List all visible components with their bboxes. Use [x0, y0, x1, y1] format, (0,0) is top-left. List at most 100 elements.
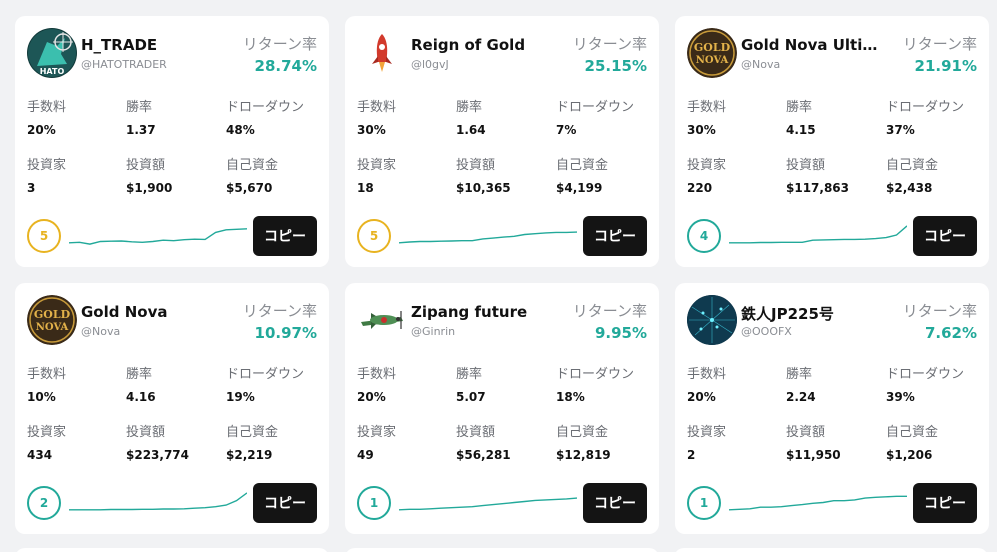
amount-label: 投資額	[126, 158, 166, 173]
trader-name[interactable]: Zipang future	[411, 303, 553, 321]
investors-label: 投資家	[27, 158, 67, 173]
winrate-stat: 勝率 1.37	[126, 96, 156, 137]
copy-button[interactable]: コピー	[583, 483, 647, 523]
sparkline-path	[69, 228, 247, 245]
return-value: 28.74%	[254, 57, 317, 75]
drawdown-stat: ドローダウン 19%	[226, 363, 304, 404]
svg-text:NOVA: NOVA	[36, 322, 69, 333]
drawdown-value: 7%	[556, 123, 577, 137]
own-funds-label: 自己資金	[556, 158, 609, 173]
return-label: リターン率	[572, 302, 647, 320]
return-value: 10.97%	[254, 324, 317, 342]
investors-value: 220	[687, 181, 713, 195]
drawdown-value: 39%	[886, 390, 915, 404]
fighter-plane-avatar-icon[interactable]	[357, 295, 407, 345]
drawdown-label: ドローダウン	[226, 367, 305, 382]
trader-name[interactable]: 鉄人JP225号	[741, 303, 883, 324]
winrate-stat: 勝率 2.24	[786, 363, 816, 404]
fee-label: 手数料	[687, 367, 727, 382]
gold-nova-logo-icon[interactable]: GOLD NOVA	[687, 28, 737, 78]
fee-stat: 手数料 30%	[357, 96, 396, 137]
fee-label: 手数料	[357, 100, 397, 115]
fee-value: 30%	[687, 123, 716, 137]
trader-name[interactable]: Gold Nova Ultimate	[741, 36, 883, 54]
return-label: リターン率	[242, 35, 317, 53]
winrate-stat: 勝率 5.07	[456, 363, 486, 404]
trader-card[interactable]: HATO H_TRADE @HATOTRADER リターン率 28.74% 手数…	[15, 16, 329, 267]
amount-stat: 投資額 $56,281	[456, 421, 511, 462]
investors-stat: 投資家 220	[687, 154, 726, 195]
return-label: リターン率	[572, 35, 647, 53]
trader-card[interactable]: GOLDNOVA Gold Nova Ultimate @Nova リターン率 …	[675, 16, 989, 267]
fee-label: 手数料	[27, 100, 67, 115]
investors-value: 434	[27, 448, 53, 462]
winrate-value: 2.24	[786, 390, 816, 404]
sparkline-path	[729, 495, 907, 511]
copy-button[interactable]: コピー	[913, 216, 977, 256]
drawdown-label: ドローダウン	[886, 367, 965, 382]
rocket-avatar-icon[interactable]	[357, 28, 407, 78]
amount-label: 投資額	[786, 158, 826, 173]
investors-label: 投資家	[27, 425, 67, 440]
sparkline-path	[69, 492, 247, 511]
trader-card[interactable]: GOLD NOVA Gold Nova @Nova リターン率 10.97% 手数…	[15, 283, 329, 534]
fee-label: 手数料	[357, 367, 397, 382]
copy-button[interactable]: コピー	[253, 216, 317, 256]
winrate-label: 勝率	[456, 100, 483, 115]
amount-label: 投資額	[456, 158, 496, 173]
investors-label: 投資家	[687, 158, 727, 173]
drawdown-value: 37%	[886, 123, 915, 137]
performance-sparkline	[729, 225, 907, 244]
drawdown-stat: ドローダウン 37%	[886, 96, 964, 137]
investors-stat: 投資家 2	[687, 421, 726, 462]
copy-button[interactable]: コピー	[253, 483, 317, 523]
fee-stat: 手数料 20%	[357, 363, 396, 404]
trader-handle: @Ginrin	[411, 325, 456, 338]
data-network-avatar-icon[interactable]	[687, 295, 737, 345]
drawdown-value: 18%	[556, 390, 585, 404]
trader-name[interactable]: Gold Nova	[81, 303, 223, 321]
winrate-label: 勝率	[456, 367, 483, 382]
return-value: 7.62%	[924, 324, 977, 342]
trader-card[interactable]: Zipang future @Ginrin リターン率 9.95% 手数料 20…	[345, 283, 659, 534]
own-funds-value: $2,219	[226, 448, 273, 462]
investors-label: 投資家	[357, 158, 397, 173]
trader-name[interactable]: H_TRADE	[81, 36, 223, 54]
return-label: リターン率	[242, 302, 317, 320]
hawk-avatar-icon[interactable]: HATO	[27, 28, 77, 78]
amount-value: $117,863	[786, 181, 850, 195]
drawdown-stat: ドローダウン 48%	[226, 96, 304, 137]
own-funds-label: 自己資金	[226, 425, 279, 440]
trader-card[interactable]: 鉄人JP225号 @OOOFX リターン率 7.62% 手数料 20% 勝率 2…	[675, 283, 989, 534]
sparkline-path	[729, 225, 907, 244]
amount-stat: 投資額 $1,900	[126, 154, 172, 195]
rank-badge: 5	[357, 219, 391, 253]
own-funds-stat: 自己資金 $2,438	[886, 154, 938, 195]
trader-card[interactable]: Reign of Gold @l0gvJ リターン率 25.15% 手数料 30…	[345, 16, 659, 267]
trader-handle: @HATOTRADER	[81, 58, 167, 71]
trader-name[interactable]: Reign of Gold	[411, 36, 553, 54]
rank-badge: 1	[687, 486, 721, 520]
winrate-value: 1.64	[456, 123, 486, 137]
fee-stat: 手数料 20%	[27, 96, 66, 137]
trader-handle: @Nova	[81, 325, 121, 338]
own-funds-value: $4,199	[556, 181, 603, 195]
drawdown-label: ドローダウン	[226, 100, 305, 115]
investors-stat: 投資家 49	[357, 421, 396, 462]
amount-label: 投資額	[126, 425, 166, 440]
own-funds-stat: 自己資金 $4,199	[556, 154, 608, 195]
fee-value: 10%	[27, 390, 56, 404]
drawdown-stat: ドローダウン 7%	[556, 96, 634, 137]
copy-button[interactable]: コピー	[913, 483, 977, 523]
return-label: リターン率	[902, 302, 977, 320]
trader-card-grid: HATO H_TRADE @HATOTRADER リターン率 28.74% 手数…	[15, 16, 989, 534]
drawdown-label: ドローダウン	[886, 100, 965, 115]
investors-value: 49	[357, 448, 374, 462]
drawdown-label: ドローダウン	[556, 100, 635, 115]
own-funds-stat: 自己資金 $1,206	[886, 421, 938, 462]
copy-button[interactable]: コピー	[583, 216, 647, 256]
amount-stat: 投資額 $11,950	[786, 421, 841, 462]
winrate-stat: 勝率 4.16	[126, 363, 156, 404]
own-funds-label: 自己資金	[886, 425, 939, 440]
gold-nova-logo-icon[interactable]: GOLD NOVA	[27, 295, 77, 345]
